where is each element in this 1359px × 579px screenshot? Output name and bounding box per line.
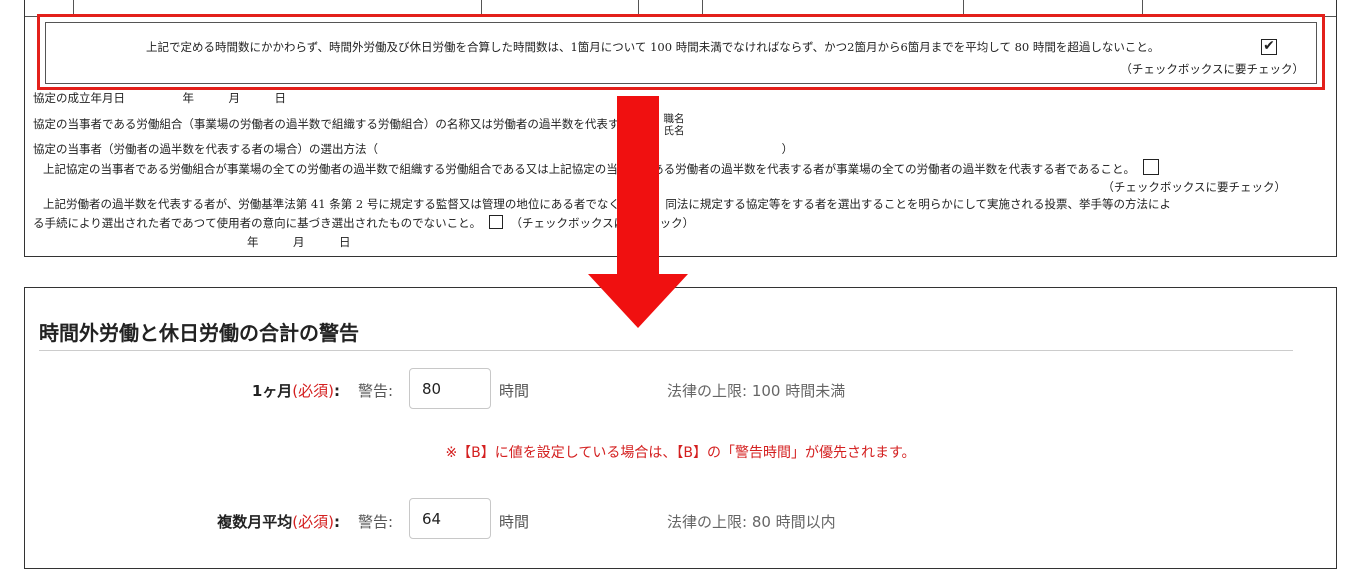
panel-divider [39,350,1293,351]
monthly-warning-label: 警告: [358,382,394,400]
panel-title: 時間外労働と休日労働の合計の警告 [39,321,359,345]
average-field-label: 複数月平均(必須): [217,511,340,532]
representative-checkbox[interactable] [488,215,503,229]
union-representative-row: 協定の当事者である労働組合（事業場の労働者の過半数で組織する労働組合）の名称又は… [33,113,685,137]
down-arrow-icon [588,96,688,328]
average-warning-input[interactable] [409,498,491,539]
monthly-field-label: 1ヶ月(必須): [252,380,340,401]
overtime-warning-settings-panel: 時間外労働と休日労働の合計の警告 1ヶ月(必須): 警告: 時間 法律の上限: … [24,287,1337,569]
average-label-colon: : [334,513,340,531]
date-row: 年 月 日 [247,235,351,249]
average-required-mark: (必須) [292,513,334,531]
average-unit: 時間 [499,513,530,531]
overtime-limit-notice-text: 上記で定める時間数にかかわらず、時間外労働及び休日労働を合算した時間数は、1箇月… [146,40,1160,54]
majority-union-checkbox-note: （チェックボックスに要チェック） [1102,180,1286,194]
average-warning-label: 警告: [358,513,394,531]
monthly-label-colon: : [334,382,340,400]
overtime-limit-notice: 上記で定める時間数にかかわらず、時間外労働及び休日労働を合算した時間数は、1箇月… [45,22,1317,84]
overtime-limit-checkbox[interactable]: ✔ [1261,39,1277,55]
priority-note: ※【B】に値を設定している場合は、【B】の「警告時間」が優先されます。 [445,445,916,461]
average-legal-limit: 法律の上限: 80 時間以内 [667,513,836,531]
monthly-required-mark: (必須) [292,382,334,400]
monthly-label-text: 1ヶ月 [251,382,293,400]
selection-method-close: ） [781,142,794,156]
agreement-date-row: 協定の成立年月日 年 月 日 [33,91,286,105]
average-label-text: 複数月平均 [217,513,293,531]
monthly-legal-limit: 法律の上限: 100 時間未満 [667,382,846,400]
majority-union-checkbox[interactable] [1142,159,1159,175]
overtime-limit-checkbox-note: （チェックボックスに要チェック） [1120,62,1304,76]
union-representative-text: 協定の当事者である労働組合（事業場の労働者の過半数で組織する労働組合）の名称又は… [33,117,654,131]
representative-text: る手続により選出された者であつて使用者の意向に基づき選出されたものでないこと。 [33,216,482,230]
monthly-warning-input[interactable] [409,368,491,409]
monthly-unit: 時間 [499,382,530,400]
selection-method-text: 協定の当事者（労働者の過半数を代表する者の場合）の選出方法（ [33,142,378,156]
